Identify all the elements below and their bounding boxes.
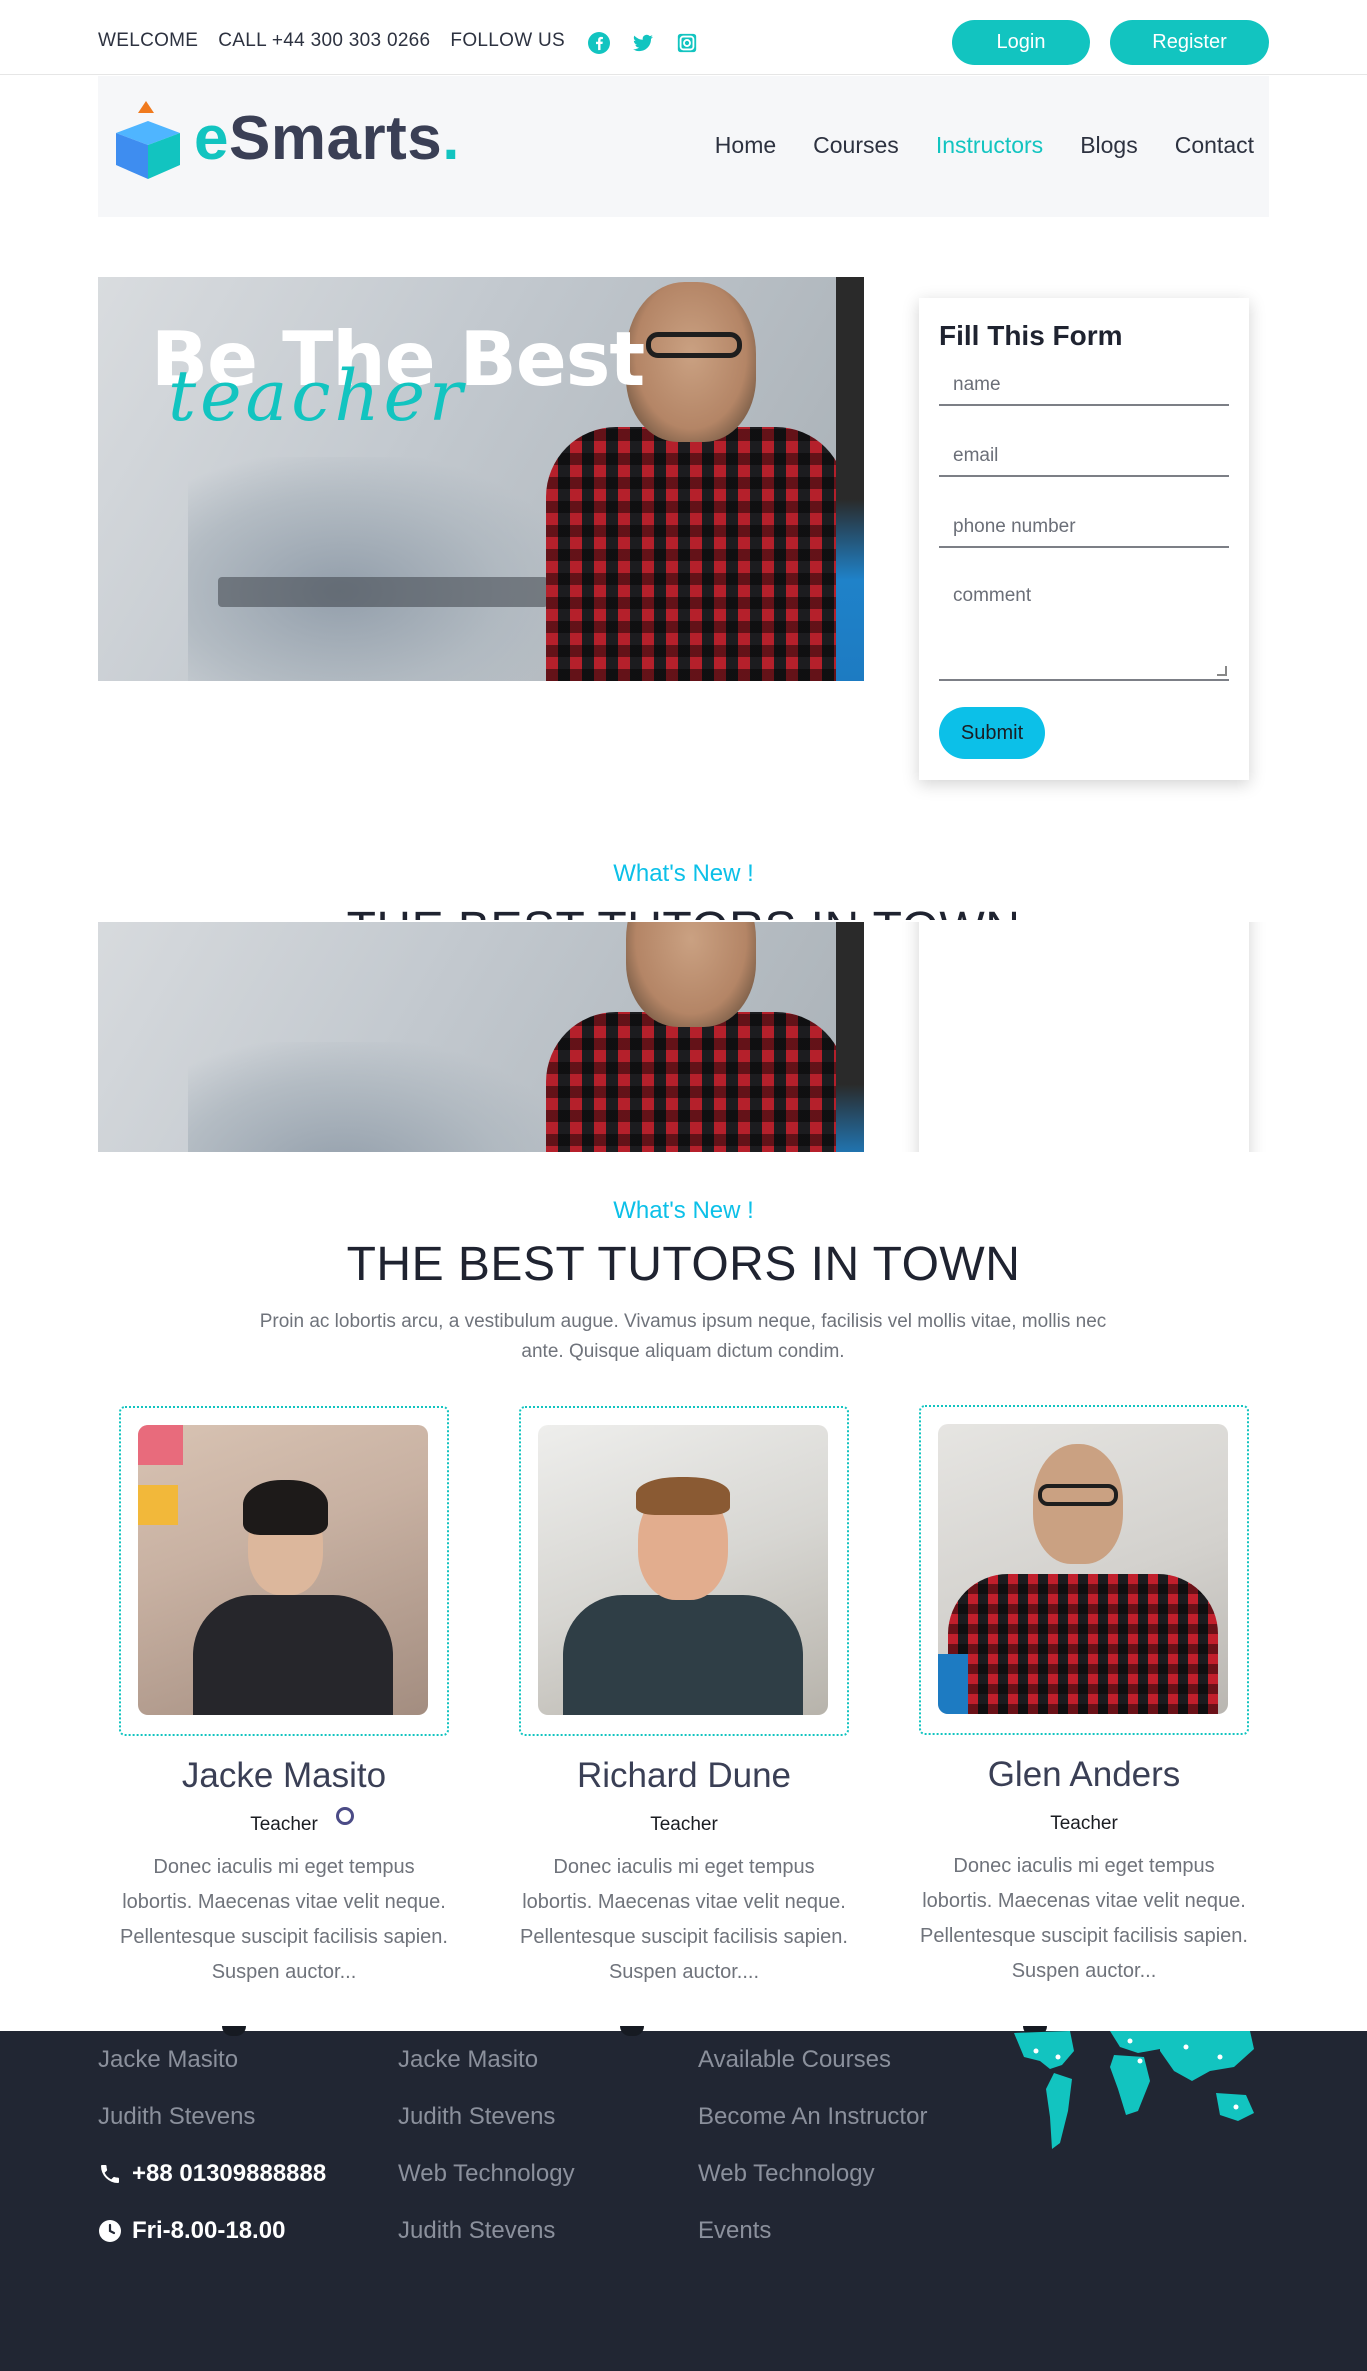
footer-col-3: Available Courses Become An Instructor W…	[698, 2031, 927, 2259]
hero-script: teacher	[168, 355, 467, 437]
footer-link[interactable]: Web Technology	[698, 2145, 927, 2202]
contact-form: Fill This Form name email phone number c…	[919, 298, 1249, 780]
chair	[938, 1654, 968, 1714]
decorative-ring	[336, 1807, 354, 1825]
footer-link[interactable]: Available Courses	[698, 2031, 927, 2088]
hero-banner-image: Be The Best teacher	[98, 277, 864, 681]
footer-dot	[620, 2026, 644, 2036]
footer-link[interactable]: Web Technology	[398, 2145, 575, 2202]
form-heading: Fill This Form	[939, 320, 1123, 351]
comment-textarea[interactable]: comment	[939, 575, 1229, 681]
email-input[interactable]: email	[939, 437, 1229, 477]
footer-col-contact: Jacke Masito Judith Stevens +88 01309888…	[98, 2031, 326, 2259]
tutor-role: Teacher	[650, 1814, 718, 1835]
tutor-name: Glen Anders	[987, 1755, 1181, 1794]
man-plaid-shirt	[546, 1012, 846, 1152]
hero-section: Be The Best teacher Fill This Form name …	[0, 0, 1367, 920]
footer-col-2: Jacke Masito Judith Stevens Web Technolo…	[398, 2031, 575, 2259]
footer-phone[interactable]: +88 01309888888	[98, 2145, 326, 2202]
tutor-hair	[243, 1480, 328, 1535]
hero-section-repeat: comment Submit	[0, 922, 1367, 1152]
resize-grip-icon[interactable]	[1217, 666, 1227, 676]
footer-link[interactable]: Judith Stevens	[398, 2088, 575, 2145]
man-plaid-shirt	[546, 427, 846, 681]
section-kicker: What's New !	[613, 860, 754, 887]
footer-link[interactable]: Events	[698, 2202, 927, 2259]
tutor-photo	[538, 1425, 828, 1715]
tutor-name: Richard Dune	[577, 1756, 791, 1795]
background-people	[188, 1042, 568, 1152]
tutor-photo	[938, 1424, 1228, 1714]
phone-input[interactable]: phone number	[939, 508, 1229, 548]
glasses	[1038, 1484, 1118, 1506]
tutor-torso	[563, 1595, 803, 1715]
man-face	[626, 282, 756, 442]
world-map-icon	[1014, 2031, 1254, 2149]
tutor-photo	[138, 1425, 428, 1715]
footer-hours: Fri-8.00-18.00	[98, 2202, 326, 2259]
tutors-kicker: What's New !	[613, 1197, 754, 1224]
man-face	[626, 922, 756, 1027]
footer-link[interactable]: Jacke Masito	[398, 2031, 575, 2088]
tutor-bio: Donec iaculis mi eget tempus lobortis. M…	[120, 1856, 448, 1983]
tutor-role: Teacher	[250, 1814, 318, 1835]
background-people	[188, 457, 568, 681]
contact-form-repeat: comment Submit	[919, 922, 1249, 1152]
footer-link[interactable]: Judith Stevens	[98, 2088, 326, 2145]
section-title-partial: THE BEST TUTORS IN TOWN	[0, 902, 1367, 920]
tutor-name: Jacke Masito	[181, 1756, 387, 1795]
banner-edge	[836, 277, 864, 681]
phone-icon	[98, 2162, 122, 2186]
glasses	[646, 332, 742, 358]
tutor-bio: Donec iaculis mi eget tempus lobortis. M…	[520, 1856, 848, 1983]
footer-link[interactable]: Judith Stevens	[398, 2202, 575, 2259]
background-table	[218, 577, 548, 607]
sticky-note	[138, 1485, 178, 1525]
banner-edge	[836, 922, 864, 1152]
tutor-torso	[193, 1595, 393, 1715]
footer-link[interactable]: Become An Instructor	[698, 2088, 927, 2145]
tutor-role: Teacher	[1050, 1813, 1118, 1834]
tutor-torso	[948, 1574, 1218, 1714]
footer-link[interactable]: Jacke Masito	[98, 2031, 326, 2088]
comment-placeholder: comment	[953, 585, 1032, 606]
clock-icon	[98, 2219, 122, 2243]
tutor-hair	[636, 1477, 730, 1515]
sticky-note	[138, 1425, 183, 1465]
footer-hours-text: Fri-8.00-18.00	[132, 2216, 286, 2244]
hero-banner-image-repeat	[98, 922, 864, 1152]
tutors-title: THE BEST TUTORS IN TOWN	[346, 1238, 1021, 1291]
footer-phone-text: +88 01309888888	[132, 2159, 327, 2187]
submit-button[interactable]: Submit	[939, 707, 1045, 759]
tutor-bio: Donec iaculis mi eget tempus lobortis. M…	[920, 1855, 1248, 1982]
name-input[interactable]: name	[939, 366, 1229, 406]
tutors-description: Proin ac lobortis arcu, a vestibulum aug…	[259, 1311, 1107, 1362]
